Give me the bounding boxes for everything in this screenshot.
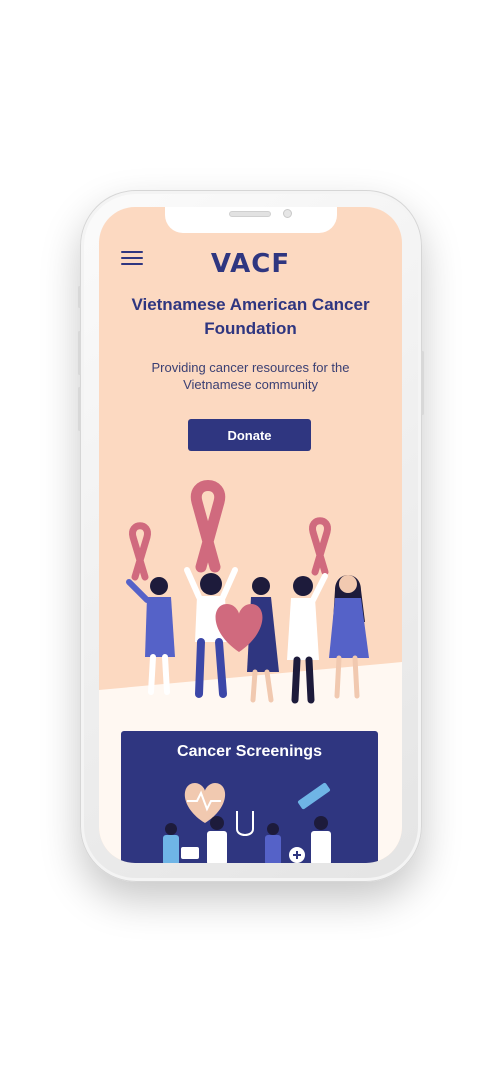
page-title: Vietnamese American Cancer Foundation [131,295,370,338]
speaker-grille [229,211,271,217]
card-title: Cancer Screenings [177,743,322,760]
page-subtitle: Providing cancer resources for the Vietn… [151,360,350,392]
phone-screen: VACF Vietnamese American Cancer Foundati… [99,207,402,863]
medical-team-icon [163,782,331,863]
donate-button[interactable]: Donate [188,419,311,451]
awareness-ribbons-illustration [126,480,369,704]
phone-notch [165,207,337,233]
front-camera [283,209,292,218]
cancer-screenings-card[interactable]: Cancer Screenings [121,731,378,863]
site-logo[interactable]: VACF [99,249,402,279]
